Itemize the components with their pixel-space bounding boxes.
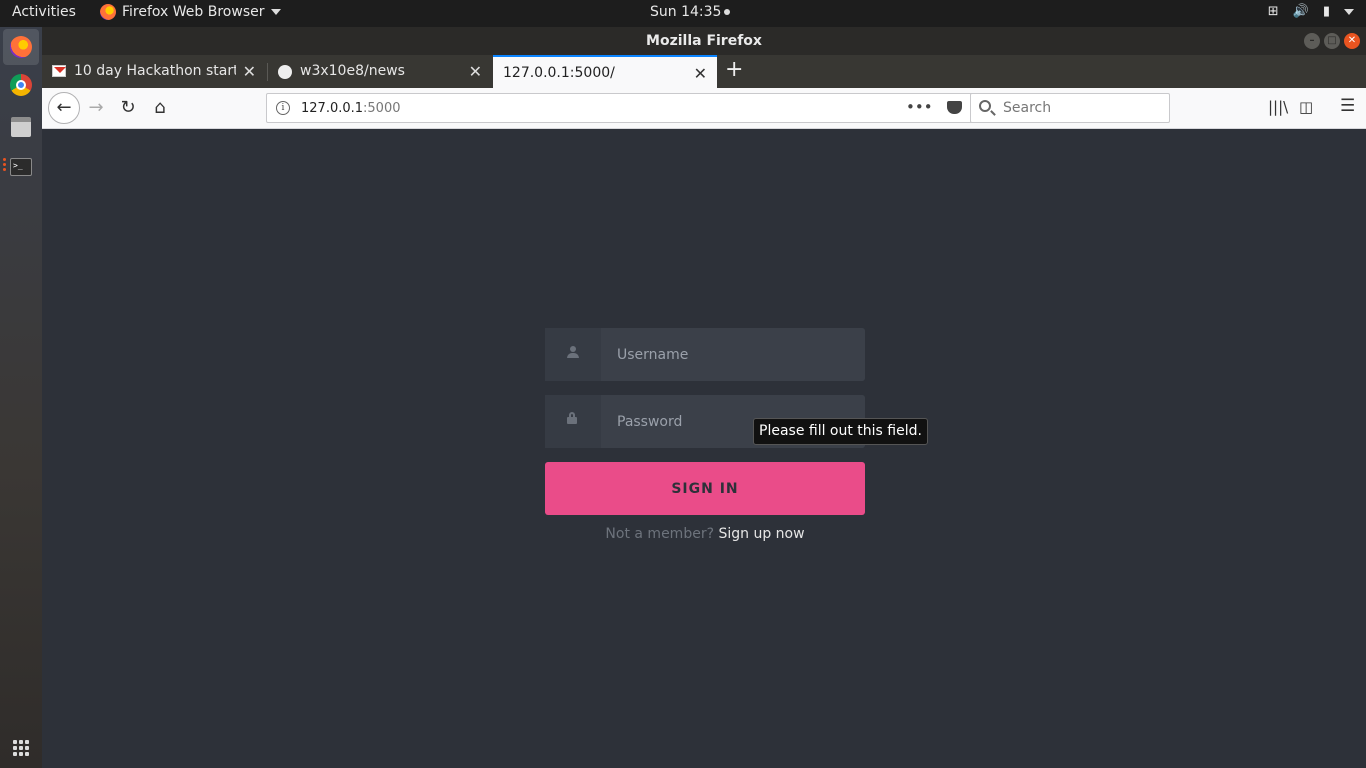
search-placeholder: Search (1003, 100, 1052, 116)
clock[interactable]: Sun 14:35 (650, 4, 731, 20)
username-input-area (601, 328, 865, 381)
search-icon (979, 100, 991, 112)
tab-gmail[interactable]: 10 day Hackathon starts ✕ (42, 55, 266, 88)
sign-up-link[interactable]: Sign up now (718, 526, 804, 542)
github-icon (278, 65, 292, 79)
dock-chrome[interactable] (0, 74, 42, 102)
url-text[interactable]: 127.0.0.1:5000 (301, 101, 401, 116)
close-tab-icon[interactable]: ✕ (469, 55, 482, 88)
minimize-icon[interactable]: – (1304, 33, 1320, 49)
dock: >_ (0, 27, 42, 768)
close-tab-icon[interactable]: ✕ (243, 55, 256, 88)
url-host: 127.0.0.1 (301, 101, 364, 116)
terminal-icon: >_ (10, 158, 32, 176)
files-icon (11, 117, 31, 137)
app-menu[interactable]: Firefox Web Browser (100, 4, 281, 20)
lock-icon (567, 412, 577, 424)
username-field (545, 328, 865, 381)
validation-tooltip: Please fill out this field. (753, 418, 928, 445)
library-icon[interactable]: |||\ (1268, 98, 1288, 116)
system-tray[interactable]: ⊞ 🔊 ▮ (1268, 4, 1354, 19)
page-actions-icon[interactable]: ••• (906, 98, 933, 116)
hamburger-menu-icon[interactable]: ☰ (1340, 96, 1355, 116)
window-controls: – □ ✕ (1304, 33, 1360, 49)
gmail-icon (52, 65, 66, 77)
show-applications-icon[interactable] (13, 740, 29, 756)
url-port: :5000 (363, 101, 401, 116)
chevron-down-icon (270, 9, 281, 15)
tab-label: 10 day Hackathon starts (74, 63, 236, 79)
chevron-down-icon (1344, 8, 1354, 15)
dock-terminal[interactable]: >_ (0, 155, 42, 183)
battery-icon: ▮ (1322, 4, 1330, 19)
close-tab-icon[interactable]: ✕ (694, 57, 707, 90)
window-title: Mozilla Firefox (646, 33, 762, 49)
reload-icon[interactable]: ↻ (114, 94, 142, 122)
firefox-icon (10, 36, 32, 58)
username-input[interactable] (617, 328, 857, 381)
search-input[interactable]: Search (970, 93, 1170, 123)
tab-github[interactable]: w3x10e8/news ✕ (268, 55, 492, 88)
not-member-text: Not a member? (605, 526, 715, 542)
home-icon[interactable]: ⌂ (146, 94, 174, 122)
page-content: Please fill out this field. SIGN IN Not … (42, 129, 1366, 768)
dock-files[interactable] (0, 115, 42, 143)
back-arrow-icon[interactable]: ← (48, 92, 80, 124)
new-tab-plus-icon[interactable]: + (725, 57, 743, 82)
pocket-icon[interactable] (946, 101, 962, 114)
password-addon (545, 395, 601, 448)
username-addon (545, 328, 601, 381)
gnome-top-bar: Activities Firefox Web Browser Sun 14:35… (0, 0, 1366, 27)
close-icon[interactable]: ✕ (1344, 33, 1360, 49)
user-icon (567, 346, 579, 358)
signup-prompt: Not a member? Sign up now (545, 526, 865, 542)
sign-in-button[interactable]: SIGN IN (545, 462, 865, 515)
clock-label: Sun 14:35 (650, 4, 722, 20)
window-title-bar: Mozilla Firefox – □ ✕ (42, 27, 1366, 55)
volume-icon: 🔊 (1292, 4, 1309, 19)
tab-label: 127.0.0.1:5000/ (503, 65, 615, 81)
app-menu-label: Firefox Web Browser (122, 4, 265, 20)
tab-strip: 10 day Hackathon starts ✕ w3x10e8/news ✕… (42, 55, 1366, 88)
chrome-icon (10, 74, 32, 96)
firefox-icon (100, 4, 116, 20)
activities-button[interactable]: Activities (12, 4, 76, 20)
notification-dot-icon (724, 9, 731, 15)
maximize-icon[interactable]: □ (1324, 33, 1340, 49)
sidebar-icon[interactable]: ◫ (1299, 98, 1313, 116)
forward-arrow-icon[interactable]: → (82, 94, 110, 122)
site-info-icon[interactable]: i (276, 101, 290, 115)
dock-firefox[interactable] (3, 29, 39, 65)
tab-localhost[interactable]: 127.0.0.1:5000/ ✕ (493, 55, 717, 88)
nav-toolbar: ← → ↻ ⌂ i 127.0.0.1:5000 ••• ☆ Search ||… (42, 88, 1366, 129)
network-icon: ⊞ (1267, 4, 1279, 19)
url-bar[interactable]: i 127.0.0.1:5000 ••• ☆ (266, 93, 1000, 123)
tab-label: w3x10e8/news (300, 63, 405, 79)
